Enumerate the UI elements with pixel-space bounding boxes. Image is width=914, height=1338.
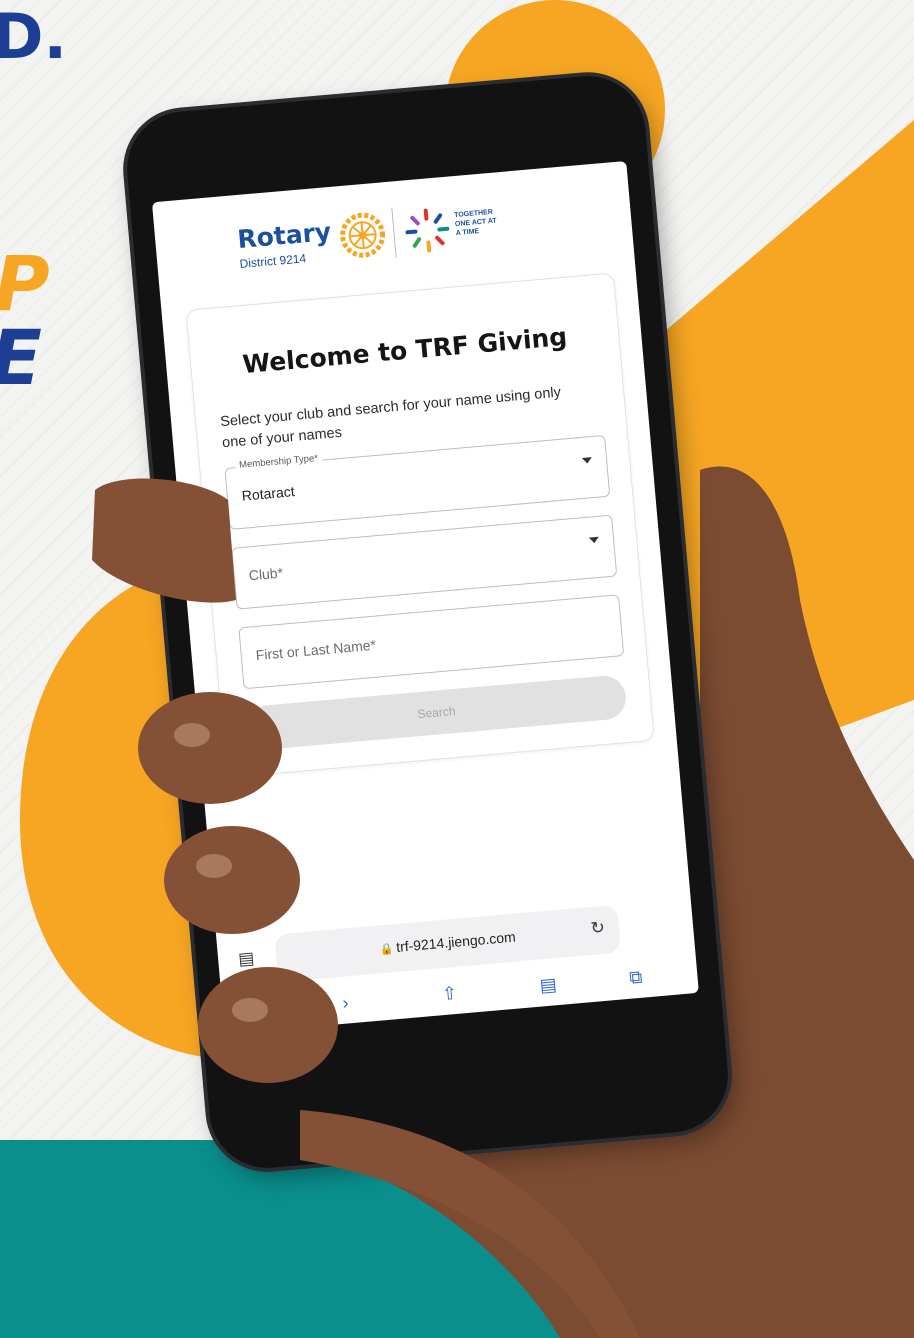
hand-fingers — [92, 478, 640, 1338]
